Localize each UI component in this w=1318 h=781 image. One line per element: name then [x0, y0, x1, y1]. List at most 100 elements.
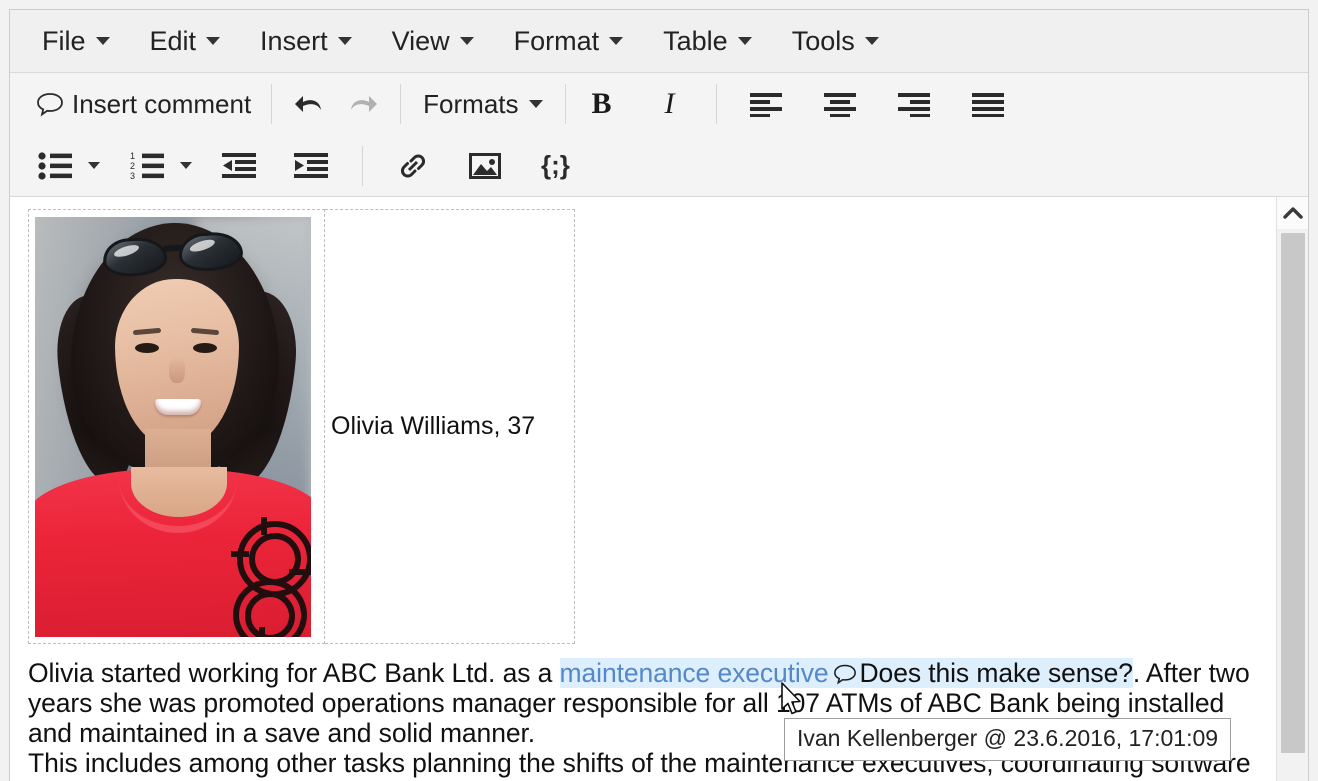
menu-format[interactable]: Format — [502, 24, 636, 59]
chevron-down-icon — [95, 37, 110, 45]
menu-table-label: Table — [663, 25, 728, 56]
table-cell-name[interactable]: Olivia Williams, 37 — [324, 209, 575, 644]
sunglass-lens-left — [101, 235, 169, 278]
profile-table: Olivia Williams, 37 — [28, 209, 575, 644]
chevron-down-icon — [459, 37, 474, 45]
italic-icon: I — [664, 87, 675, 120]
insert-image-button[interactable] — [461, 144, 509, 188]
align-justify-icon — [971, 91, 1005, 117]
chevron-down-icon — [180, 162, 192, 169]
numbered-list-icon: 1 2 3 — [130, 152, 164, 180]
comment-target-text: maintenance executive — [559, 658, 829, 688]
toolbar-separator — [715, 84, 717, 124]
source-code-button[interactable]: {;} — [533, 144, 578, 188]
outdent-button[interactable] — [214, 144, 264, 188]
editor-frame: File Edit Insert View Format Table Tools… — [9, 9, 1309, 781]
bold-button[interactable]: B — [580, 82, 624, 126]
formats-label: Formats — [423, 88, 519, 119]
editor-window: File Edit Insert View Format Table Tools… — [0, 0, 1318, 781]
editor-content-area: Olivia Williams, 37 Olivia started worki… — [10, 197, 1308, 781]
menu-view[interactable]: View — [380, 24, 486, 59]
numbered-list-dropdown[interactable] — [172, 144, 200, 188]
eye-right — [193, 342, 217, 353]
comment-text: Does this make sense? — [859, 658, 1133, 688]
bullet-list-icon — [38, 151, 72, 180]
portrait-photo[interactable] — [35, 216, 311, 637]
menu-table[interactable]: Table — [651, 24, 764, 59]
shirt-pattern — [231, 516, 311, 637]
sunglass-lens-right — [177, 229, 245, 273]
bold-icon: B — [591, 87, 612, 120]
align-right-icon — [897, 91, 931, 117]
align-left-icon — [749, 91, 783, 117]
menu-file-label: File — [42, 25, 86, 56]
redo-button[interactable] — [336, 82, 386, 126]
insert-link-button[interactable] — [389, 144, 437, 188]
menu-view-label: View — [391, 25, 450, 56]
toolbar-separator — [362, 145, 363, 186]
align-center-icon — [823, 91, 857, 117]
chevron-down-icon — [88, 162, 100, 169]
scroll-up-button[interactable] — [1277, 197, 1308, 229]
toolbar-separator — [564, 84, 566, 124]
comment-annotation[interactable]: maintenance executive Does this make sens… — [559, 658, 1133, 688]
link-icon — [397, 151, 429, 181]
svg-text:1: 1 — [130, 152, 135, 161]
menu-edit[interactable]: Edit — [138, 24, 233, 59]
eye-left — [135, 342, 159, 353]
menu-tools[interactable]: Tools — [780, 24, 891, 59]
bullet-list-dropdown[interactable] — [80, 144, 108, 188]
menubar: File Edit Insert View Format Table Tools — [10, 10, 1308, 73]
italic-button[interactable]: I — [648, 82, 692, 126]
align-right-button[interactable] — [889, 82, 939, 126]
comment-tooltip: Ivan Kellenberger @ 23.6.2016, 17:01:09 — [784, 718, 1232, 761]
menu-tools-label: Tools — [791, 25, 855, 56]
toolbar-separator — [400, 84, 402, 124]
undo-button[interactable] — [286, 82, 336, 126]
table-row: Olivia Williams, 37 — [28, 209, 575, 644]
scrollbar-thumb[interactable] — [1281, 233, 1305, 753]
table-cell-photo[interactable] — [28, 209, 325, 644]
profile-name-text: Olivia Williams, 37 — [331, 412, 536, 440]
align-center-button[interactable] — [815, 82, 865, 126]
insert-comment-label: Insert comment — [72, 88, 252, 119]
mouth — [155, 398, 201, 415]
menu-edit-label: Edit — [149, 25, 197, 56]
chevron-down-icon — [737, 37, 752, 45]
indent-button[interactable] — [286, 144, 336, 188]
document-body[interactable]: Olivia Williams, 37 Olivia started worki… — [10, 197, 1276, 781]
chevron-down-icon — [206, 37, 221, 45]
vertical-scrollbar[interactable] — [1276, 197, 1308, 781]
redo-arrow-icon — [344, 89, 378, 119]
undo-arrow-icon — [294, 89, 328, 119]
paragraph-1-before: Olivia started working for ABC Bank Ltd.… — [28, 658, 560, 688]
comment-bubble-icon[interactable] — [833, 663, 857, 685]
indent-icon — [294, 152, 328, 180]
chevron-down-icon — [864, 37, 879, 45]
menu-insert[interactable]: Insert — [248, 24, 364, 59]
align-left-button[interactable] — [741, 82, 791, 126]
svg-text:2: 2 — [130, 161, 135, 171]
toolbar-row-1: Insert comment Formats B I — [10, 73, 1308, 135]
menu-format-label: Format — [513, 25, 600, 56]
code-braces-icon: {;} — [541, 150, 570, 180]
nose — [169, 356, 185, 383]
bullet-list-button[interactable] — [30, 144, 80, 188]
chevron-down-icon — [528, 100, 543, 108]
comment-bubble-icon — [36, 91, 64, 117]
chevron-down-icon — [337, 37, 352, 45]
menu-insert-label: Insert — [260, 25, 328, 56]
menu-file[interactable]: File — [30, 24, 122, 59]
align-justify-button[interactable] — [963, 82, 1013, 126]
insert-comment-button[interactable]: Insert comment — [30, 82, 257, 126]
comment-tooltip-text: Ivan Kellenberger @ 23.6.2016, 17:01:09 — [797, 725, 1219, 751]
chevron-down-icon — [609, 37, 624, 45]
numbered-list-button[interactable]: 1 2 3 — [122, 144, 172, 188]
formats-dropdown[interactable]: Formats — [415, 82, 550, 126]
toolbar-row-2: 1 2 3 {;} — [10, 135, 1308, 197]
svg-text:3: 3 — [130, 171, 135, 180]
toolbar-separator — [271, 84, 273, 124]
image-icon — [469, 152, 501, 180]
outdent-icon — [222, 152, 256, 180]
chevron-up-icon — [1283, 206, 1303, 220]
